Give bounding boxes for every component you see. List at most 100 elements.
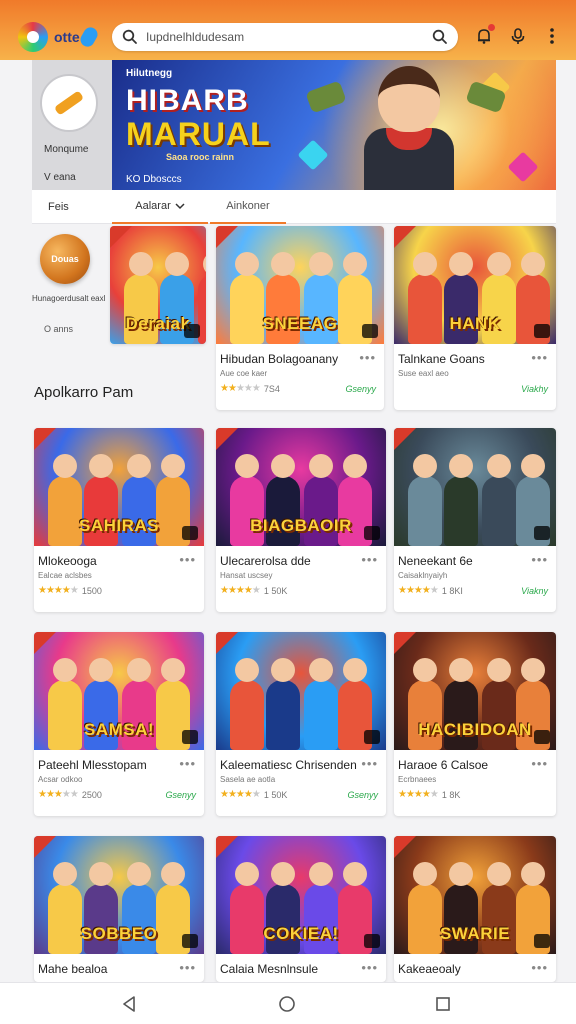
game-title: Kakeaeoaly: [398, 962, 461, 976]
profile-sublabel: V eana: [44, 172, 76, 183]
game-tag: Gsenyy: [345, 384, 376, 394]
star-rating-icon: ★★★★★: [220, 585, 261, 596]
game-thumbnail-title: SOBBEO: [80, 924, 158, 943]
profile-label: Monqume: [44, 144, 89, 155]
section-title: Apolkarro Pam: [34, 384, 134, 401]
hot-ribbon-icon: [216, 428, 238, 450]
search-icon[interactable]: [432, 29, 448, 45]
logo-swoosh-icon: [77, 24, 100, 50]
hot-ribbon-icon: [394, 428, 416, 450]
banner-title-line2: MARUAL: [126, 116, 271, 152]
game-rating: ★★★★★ 1 50K: [220, 585, 287, 596]
game-card[interactable]: HANK Talnkane Goans ••• Suse eaxl aeo Viakhy: [394, 226, 556, 410]
star-rating-icon: ★★★★★: [38, 789, 79, 800]
profile-card[interactable]: Monqume V eana: [32, 60, 112, 190]
game-title: Talnkane Goans: [398, 352, 485, 366]
mic-icon[interactable]: [508, 26, 528, 46]
search-input[interactable]: Iupdnelhldudesam: [146, 30, 432, 44]
game-thumbnail-title: BIAGBAOIR: [250, 516, 352, 535]
game-thumbnail[interactable]: Deraiak: [110, 226, 206, 344]
game-title: Calaia Mesnlnsule: [220, 962, 319, 976]
game-thumbnail-title: SAHIRAS: [78, 516, 159, 535]
game-subtitle: Sasela ae aotla: [220, 775, 276, 784]
game-thumbnail[interactable]: SOBBEO: [34, 836, 204, 954]
more-options-icon[interactable]: •••: [359, 350, 376, 365]
category-tabs: Feis Aalarar Ainkoner: [32, 190, 556, 224]
game-card[interactable]: SWARIE Kakeaeoaly •••: [394, 836, 556, 982]
game-tag: Gsenyy: [347, 790, 378, 800]
game-rating-count: 1500: [81, 585, 102, 596]
banner-eyebrow: Hilutnegg: [126, 68, 173, 79]
game-rating-count: 7S4: [263, 383, 280, 394]
more-options-icon[interactable]: •••: [531, 756, 548, 771]
game-card[interactable]: BIAGBAOIR Ulecarerolsa dde ••• Hansat uscse…: [216, 428, 386, 612]
tab-feis[interactable]: Feis: [48, 190, 69, 224]
hot-ribbon-icon: [394, 836, 416, 858]
left-promo[interactable]: Douas Hunagoerdusalt eaxl O anns: [32, 224, 110, 354]
banner-subtitle: Saoa rooc rainn: [166, 152, 235, 162]
hero-banner[interactable]: Hilutnegg HIBARB MARUAL Saoa rooc rainn …: [112, 60, 556, 190]
more-options-icon[interactable]: •••: [531, 350, 548, 365]
banner-footer: KO Dbosccs: [126, 174, 182, 185]
more-options-icon[interactable]: •••: [179, 756, 196, 771]
gamepad-icon: [364, 730, 380, 744]
game-thumbnail-title: HACIBIDOAN: [418, 720, 532, 739]
more-options-icon[interactable]: •••: [531, 960, 548, 975]
game-subtitle: Caisaklnyaiyh: [398, 571, 448, 580]
game-card[interactable]: SAHIRAS Mlokeooga ••• Ealcae aclsbes ★★★★★ 15…: [34, 428, 204, 612]
game-card[interactable]: SAMSA! Pateehl Mlesstopam ••• Acsar odkoo ★★…: [34, 632, 204, 816]
game-rating: ★★★★★ 1 8KI: [398, 585, 463, 596]
game-thumbnail-title: COKIEA!: [263, 924, 339, 943]
game-thumbnail[interactable]: SAHIRAS: [34, 428, 204, 546]
back-icon[interactable]: [118, 993, 140, 1015]
tab-ainkoner[interactable]: Ainkoner: [210, 190, 286, 224]
game-card[interactable]: COKIEA! Calaia Mesnlnsule •••: [216, 836, 386, 982]
game-thumbnail[interactable]: [216, 632, 386, 750]
star-rating-icon: ★★★★★: [38, 585, 79, 596]
hot-ribbon-icon: [34, 632, 56, 654]
game-thumbnail[interactable]: SWARIE: [394, 836, 556, 954]
more-options-icon[interactable]: •••: [361, 756, 378, 771]
top-app-bar: otte Iupdnelhldudesam: [0, 0, 576, 60]
more-options-icon[interactable]: •••: [179, 552, 196, 567]
more-options-icon[interactable]: •••: [179, 960, 196, 975]
game-title: Pateehl Mlesstopam: [38, 758, 147, 772]
game-rating-count: 1 8KI: [441, 585, 463, 596]
star-rating-icon: ★★★★★: [220, 789, 261, 800]
more-options-icon[interactable]: •••: [531, 552, 548, 567]
more-vert-icon[interactable]: [542, 26, 562, 46]
gamepad-icon: [182, 730, 198, 744]
game-card[interactable]: Neneekant 6e ••• Caisaklnyaiyh ★★★★★ 1 8KI Vi…: [394, 428, 556, 612]
game-card[interactable]: Kaleematiesc Chrisenden ••• Sasela ae aotl…: [216, 632, 386, 816]
game-card[interactable]: HACIBIDOAN Haraoe 6 Calsoe ••• Ecrbnaees ★★★…: [394, 632, 556, 816]
game-thumbnail-title: SAMSA!: [83, 720, 155, 739]
search-bar[interactable]: Iupdnelhldudesam: [112, 23, 458, 51]
game-thumbnail[interactable]: [394, 428, 556, 546]
game-thumbnail[interactable]: BIAGBAOIR: [216, 428, 386, 546]
game-card[interactable]: SOBBEO Mahe bealoa •••: [34, 836, 204, 982]
more-options-icon[interactable]: •••: [361, 552, 378, 567]
game-subtitle: Acsar odkoo: [38, 775, 83, 784]
app-logo[interactable]: otte: [18, 20, 102, 54]
star-rating-icon: ★★★★★: [398, 585, 439, 596]
game-thumbnail[interactable]: SAMSA!: [34, 632, 204, 750]
game-card[interactable]: SNEEAG Hibudan Bolagoanany ••• Aue coe kaer…: [216, 226, 384, 410]
gamepad-icon: [534, 526, 550, 540]
game-card[interactable]: Deraiak•••: [110, 226, 206, 344]
search-leading-icon: [122, 29, 138, 45]
game-thumbnail[interactable]: HANK: [394, 226, 556, 344]
gamepad-icon: [364, 526, 380, 540]
game-thumbnail[interactable]: COKIEA!: [216, 836, 386, 954]
recents-icon[interactable]: [432, 993, 454, 1015]
game-thumbnail[interactable]: SNEEAG: [216, 226, 384, 344]
game-title: Ulecarerolsa dde: [220, 554, 311, 568]
tab-aalarar[interactable]: Aalarar: [112, 190, 208, 224]
more-options-icon[interactable]: •••: [361, 960, 378, 975]
avatar-brush-icon: [53, 90, 85, 116]
game-tag: Viakny: [521, 586, 548, 596]
home-icon[interactable]: [276, 993, 298, 1015]
bell-icon[interactable]: [474, 24, 495, 46]
game-thumbnail[interactable]: HACIBIDOAN: [394, 632, 556, 750]
game-subtitle: Ealcae aclsbes: [38, 571, 92, 580]
game-title: Neneekant 6e: [398, 554, 473, 568]
